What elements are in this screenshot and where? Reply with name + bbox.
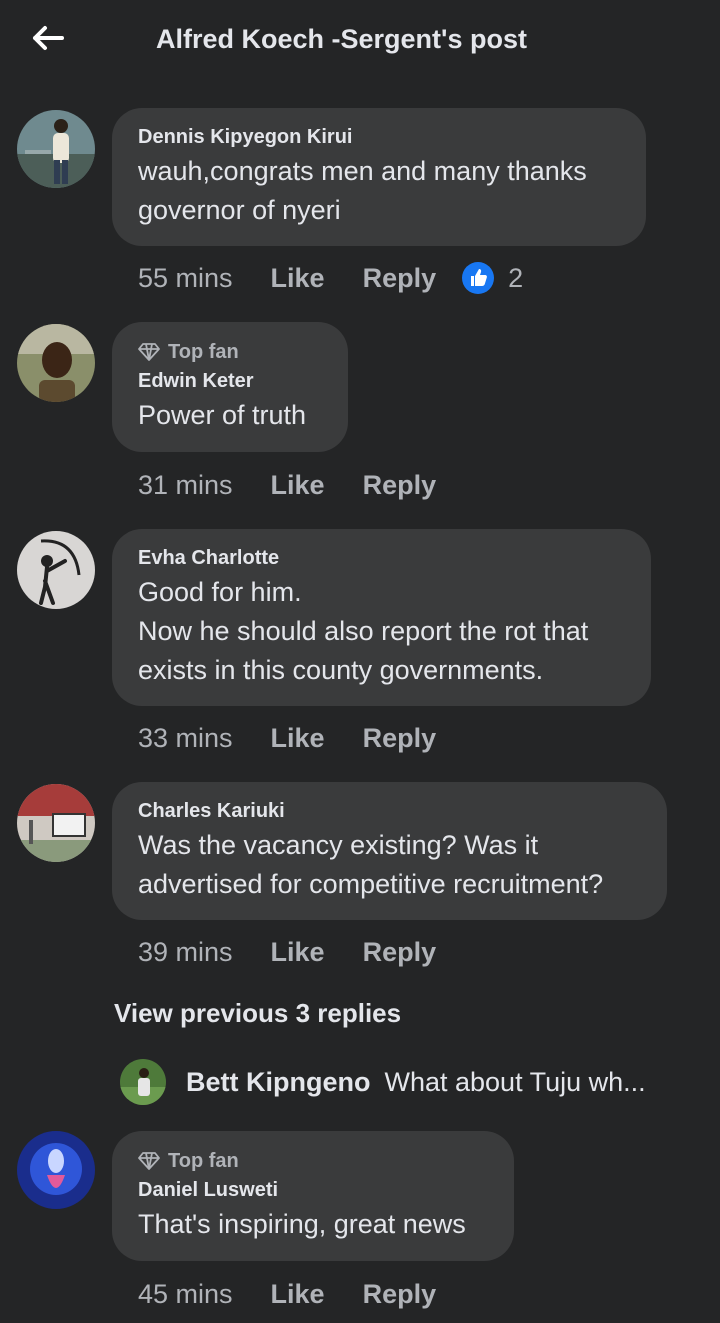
avatar[interactable] <box>17 110 95 188</box>
reply-button[interactable]: Reply <box>363 470 437 501</box>
avatar[interactable] <box>17 784 95 862</box>
comment-text: Good for him. Now he should also report … <box>138 577 589 685</box>
comment-bubble[interactable]: Top fan Daniel Lusweti That's inspiring,… <box>112 1131 514 1261</box>
diamond-icon <box>138 1152 160 1170</box>
avatar[interactable] <box>17 531 95 609</box>
comment-actions: 39 mins Like Reply <box>138 932 436 972</box>
reply-author[interactable]: Bett Kipngeno <box>186 1067 370 1098</box>
reply-button[interactable]: Reply <box>363 937 437 968</box>
reaction-count: 2 <box>508 262 524 293</box>
comment-time[interactable]: 55 mins <box>138 263 233 294</box>
comment-actions: 31 mins Like Reply <box>138 465 436 505</box>
comment-time[interactable]: 39 mins <box>138 937 233 968</box>
comment-author[interactable]: Charles Kariuki <box>138 796 641 826</box>
like-button[interactable]: Like <box>271 723 325 754</box>
comment-time[interactable]: 33 mins <box>138 723 233 754</box>
reaction-summary[interactable]: 2 <box>462 262 523 294</box>
comment-actions: 55 mins Like Reply 2 <box>138 258 523 298</box>
comment-time[interactable]: 31 mins <box>138 470 233 501</box>
comment-bubble[interactable]: Evha Charlotte Good for him. Now he shou… <box>112 529 651 706</box>
like-button[interactable]: Like <box>271 470 325 501</box>
reply-button[interactable]: Reply <box>363 723 437 754</box>
comment-text: Power of truth <box>138 400 307 430</box>
comment-bubble[interactable]: Top fan Edwin Keter Power of truth <box>112 322 348 452</box>
top-bar: Alfred Koech -Sergent's post <box>0 0 720 84</box>
comment-author[interactable]: Daniel Lusweti <box>138 1175 488 1205</box>
avatar[interactable] <box>120 1059 166 1105</box>
avatar[interactable] <box>17 324 95 402</box>
top-fan-label: Top fan <box>168 1149 239 1172</box>
comment-bubble[interactable]: Dennis Kipyegon Kirui wauh,congrats men … <box>112 108 646 246</box>
like-button[interactable]: Like <box>271 1279 325 1310</box>
comment-time[interactable]: 45 mins <box>138 1279 233 1310</box>
top-fan-badge: Top fan <box>138 338 322 366</box>
comment-text: wauh,congrats men and many thanks govern… <box>138 156 587 225</box>
like-reaction-icon <box>462 262 495 294</box>
comment-author[interactable]: Evha Charlotte <box>138 543 625 573</box>
comment-text: That's inspiring, great news <box>138 1209 466 1239</box>
comment-bubble[interactable]: Charles Kariuki Was the vacancy existing… <box>112 782 667 920</box>
reply-preview[interactable]: Bett Kipngeno What about Tuju wh... <box>120 1058 700 1106</box>
arrow-left-icon <box>33 26 64 50</box>
view-previous-replies-link[interactable]: View previous 3 replies <box>114 998 401 1029</box>
page-title: Alfred Koech -Sergent's post <box>156 24 527 54</box>
top-fan-badge: Top fan <box>138 1147 488 1175</box>
comment-actions: 45 mins Like Reply <box>138 1274 436 1314</box>
reply-button[interactable]: Reply <box>363 263 437 294</box>
back-button[interactable] <box>26 18 70 58</box>
avatar[interactable] <box>17 1131 95 1209</box>
reply-button[interactable]: Reply <box>363 1279 437 1310</box>
comment-author[interactable]: Edwin Keter <box>138 366 322 396</box>
reply-snippet: What about Tuju wh... <box>384 1066 646 1097</box>
comment-text: Was the vacancy existing? Was it adverti… <box>138 830 604 899</box>
like-button[interactable]: Like <box>271 263 325 294</box>
top-fan-label: Top fan <box>168 340 239 363</box>
like-button[interactable]: Like <box>271 937 325 968</box>
comment-author[interactable]: Dennis Kipyegon Kirui <box>138 122 620 152</box>
comment-actions: 33 mins Like Reply <box>138 718 436 758</box>
diamond-icon <box>138 343 160 361</box>
